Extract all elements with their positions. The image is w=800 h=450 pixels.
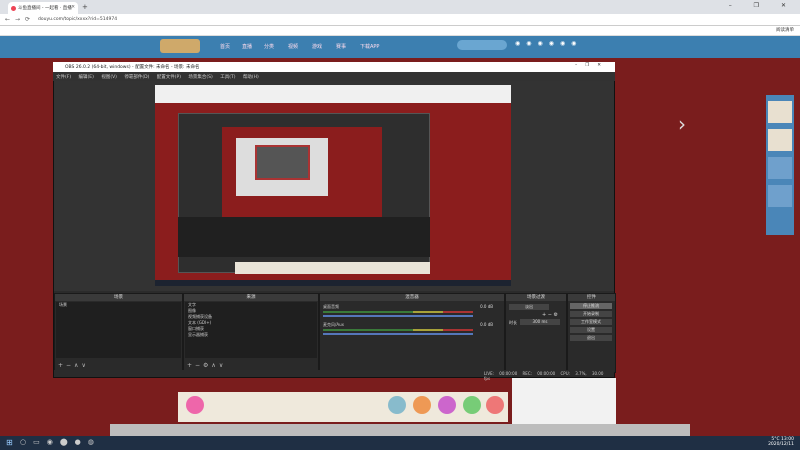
browser-tab[interactable]: 斗鱼直播间 - 一起看 · 直播 ✕ [8, 2, 78, 14]
site-nav-item[interactable]: 直播 [242, 43, 252, 50]
obs-status-bar: LIVE: 00:00:00 REC: 00:00:00 CPU: 3.7%, … [54, 370, 614, 381]
preview-browser-chrome [155, 85, 511, 103]
mixer-dock: 混音器 桌面音频 0.0 dB 麦克风/Aux 0.0 dB [319, 293, 505, 373]
scene-list: 场景 [56, 302, 181, 358]
chevron-right-icon[interactable]: › [678, 112, 686, 136]
track-level: 0.0 dB [480, 322, 493, 327]
taskbar-app-icons[interactable]: ○▭◉⬤●◍ [20, 438, 101, 446]
dock-header: 控件 [568, 294, 615, 301]
obs-title: OBS 26.0.2 (64-bit, windows) - 配置文件: 未命名… [65, 65, 200, 70]
source-item[interactable]: 显示器捕获 [185, 332, 317, 338]
site-nav-item[interactable]: 游戏 [312, 43, 322, 50]
site-nav-item[interactable]: 首页 [220, 43, 230, 50]
duration-field[interactable]: 300 ms [520, 319, 560, 325]
track-name: 桌面音频 [323, 304, 339, 309]
browser-tab-bar [0, 0, 800, 14]
transition-select[interactable]: 淡出 [509, 304, 549, 310]
obs-title-bar: OBS 26.0.2 (64-bit, windows) - 配置文件: 未命名… [53, 62, 615, 72]
nav-buttons[interactable]: ←→⟳ [5, 16, 35, 23]
header-icons[interactable]: ◉◉◉◉◉◉ [515, 40, 582, 47]
side-promo[interactable] [768, 185, 792, 207]
side-promo[interactable] [768, 101, 792, 123]
window-controls[interactable]: – ❐ ✕ [729, 2, 796, 9]
tab-title: 斗鱼直播间 - 一起看 · 直播 [18, 6, 72, 11]
obs-menu-bar[interactable]: 文件(F) 编辑(E) 视图(V) 停靠部件(D) 配置文件(P) 场景集合(S… [53, 72, 615, 81]
gift-icon[interactable] [186, 396, 204, 414]
side-promo[interactable] [768, 129, 792, 151]
new-tab-icon[interactable]: + [82, 3, 88, 11]
scenes-dock: 场景 场景 +−∧∨ [54, 293, 183, 373]
studio-mode-button[interactable]: 工作室模式 [570, 319, 612, 325]
site-nav-item[interactable]: 分类 [264, 43, 274, 50]
url-field[interactable]: douyu.com/topic/xxxx?rid=514974 [38, 16, 738, 24]
right-side-panel [766, 95, 794, 235]
bookmarks-bar: 阅读清单 [0, 26, 800, 36]
mixer-track: 麦克风/Aux 0.0 dB [323, 322, 493, 336]
controls-dock: 控件 停止推流 开始录制 工作室模式 设置 退出 [567, 293, 616, 373]
settings-button[interactable]: 设置 [570, 327, 612, 333]
gift-icon[interactable] [413, 396, 431, 414]
obs-window-controls[interactable]: –❐✕ [575, 63, 609, 68]
source-list: 文字 图像 视频捕获设备 文本 (GDI+) 窗口捕获 显示器捕获 [185, 302, 317, 358]
dock-header: 来源 [184, 294, 318, 301]
site-search-input[interactable] [457, 40, 507, 50]
windows-start-icon[interactable]: ⊞ [6, 438, 13, 447]
page-footer-bar [110, 424, 690, 436]
gift-icon[interactable] [486, 396, 504, 414]
dock-header: 场景 [55, 294, 182, 301]
gift-icon[interactable] [463, 396, 481, 414]
site-nav-item[interactable]: 赛事 [336, 43, 346, 50]
site-logo[interactable] [160, 39, 200, 53]
gift-icon[interactable] [388, 396, 406, 414]
close-tab-icon[interactable]: ✕ [71, 5, 75, 10]
windows-taskbar [0, 436, 800, 450]
page-bottom-banner [178, 392, 508, 422]
nested-preview-3 [255, 145, 310, 180]
nested-docks [178, 217, 430, 257]
side-promo[interactable] [768, 157, 792, 179]
transitions-dock: 场景过渡 淡出 + − ⚙ 时长 300 ms [505, 293, 567, 373]
site-nav-item[interactable]: 视频 [288, 43, 298, 50]
track-name: 麦克风/Aux [323, 322, 344, 327]
chat-input-panel[interactable] [512, 378, 616, 424]
site-header: 首页 直播 分类 视频 游戏 赛事 下载APP [0, 36, 800, 58]
dock-header: 场景过渡 [506, 294, 566, 301]
transition-tools[interactable]: + − ⚙ [542, 312, 558, 318]
favicon-icon [11, 6, 16, 11]
source-tools[interactable]: +−⚙∧∨ [187, 362, 226, 369]
volume-meter [323, 329, 473, 331]
stop-stream-button[interactable]: 停止推流 [570, 303, 612, 309]
mixer-track: 桌面音频 0.0 dB [323, 304, 493, 318]
volume-slider[interactable] [323, 333, 473, 335]
clock-date: 2020/12/11 [768, 442, 794, 447]
dock-header: 混音器 [320, 294, 504, 301]
duration-label: 时长 [509, 320, 517, 325]
reading-list-button[interactable]: 阅读清单 [776, 27, 794, 33]
exit-button[interactable]: 退出 [570, 335, 612, 341]
gift-icon[interactable] [438, 396, 456, 414]
scene-item[interactable]: 场景 [56, 302, 181, 308]
volume-meter [323, 311, 473, 313]
nested-taskbar [155, 280, 511, 286]
track-level: 0.0 dB [480, 304, 493, 309]
scene-tools[interactable]: +−∧∨ [58, 362, 89, 369]
site-nav-item[interactable]: 下载APP [360, 43, 379, 50]
start-record-button[interactable]: 开始录制 [570, 311, 612, 317]
nested-page-strip [235, 262, 430, 274]
volume-slider[interactable] [323, 315, 473, 317]
system-tray[interactable]: 5°C 13:00 2020/12/11 [768, 437, 794, 447]
sources-dock: 来源 文字 图像 视频捕获设备 文本 (GDI+) 窗口捕获 显示器捕获 +−⚙… [183, 293, 319, 373]
